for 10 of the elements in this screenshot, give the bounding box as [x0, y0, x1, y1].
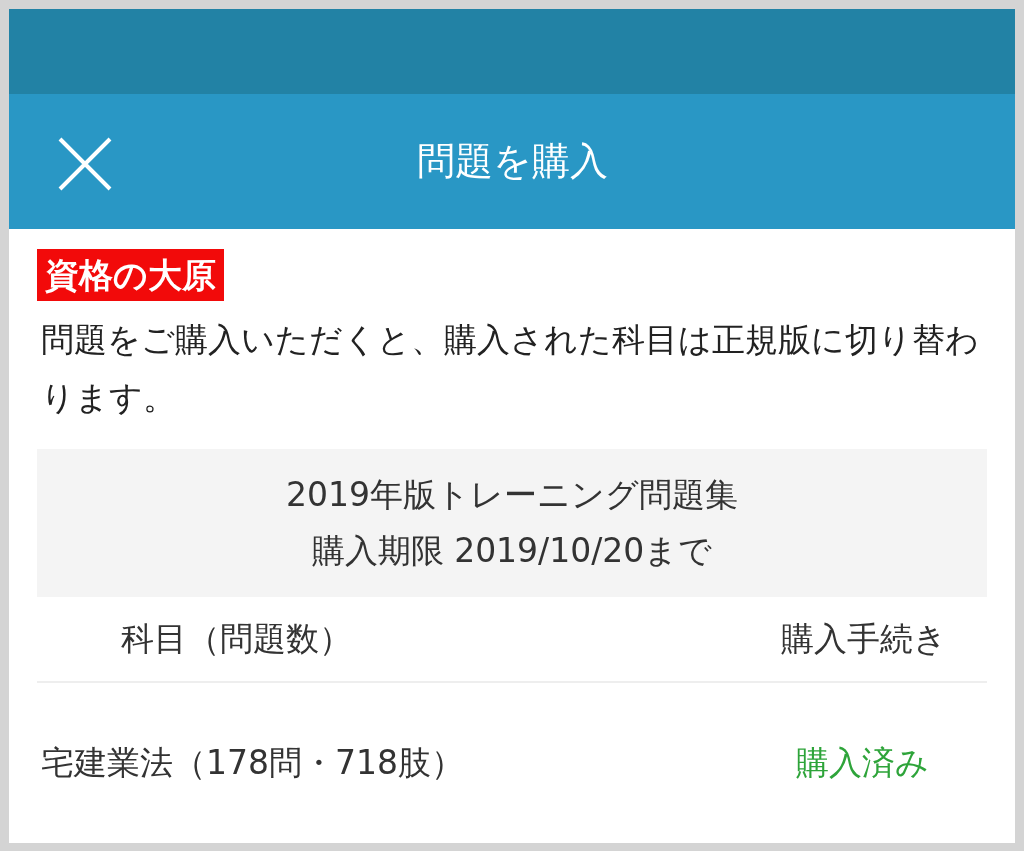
purchase-status: 購入済み — [796, 741, 930, 784]
page-title: 問題を購入 — [416, 137, 608, 185]
info-text: 購入期限 2019/10/20まで — [311, 530, 713, 572]
intro-text: 問題をご購入いただくと、購入された科目は正規版に切り替わります。 — [41, 319, 980, 419]
close-icon — [57, 136, 113, 193]
column-header: 購入手続き — [781, 617, 948, 660]
info-text: 2019年版トレーニング問題集 — [286, 474, 738, 516]
brand-logo: 資格の大原 — [37, 249, 224, 301]
column-header: 科目（問題数） — [120, 617, 352, 660]
subject-name: 宅建業法（178問・718肢） — [40, 741, 464, 784]
